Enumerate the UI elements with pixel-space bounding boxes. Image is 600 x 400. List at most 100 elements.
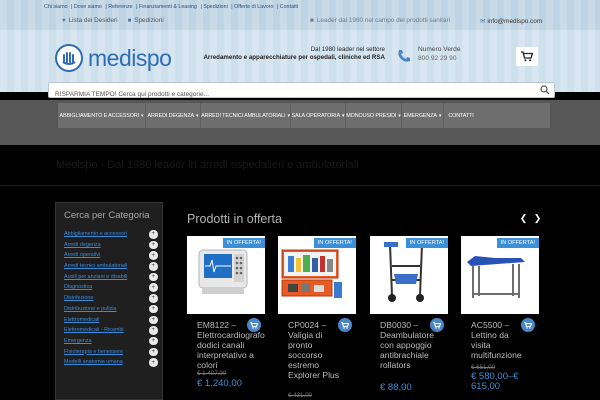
wishlist-link[interactable]: ♥ Lista dei Desideri (62, 17, 118, 24)
category-item[interactable]: Elettromedicali - Ricambi + (64, 325, 162, 336)
product-name[interactable]: CP0024 – Valigia di pronto soccorso estr… (288, 320, 346, 380)
plus-icon[interactable]: + (149, 358, 158, 367)
logo-text: medispo (88, 44, 172, 71)
plus-icon[interactable]: + (149, 294, 158, 303)
category-item[interactable]: Emergenza + (64, 336, 162, 347)
phone-icon (398, 50, 410, 62)
add-to-cart-button[interactable] (521, 318, 535, 332)
category-label: Elettromedicali - Ricambi (64, 327, 124, 334)
category-item[interactable]: Ausili per anziani e disabili + (64, 272, 162, 283)
nav-label: Sala operatoria (291, 112, 340, 119)
product-card[interactable]: IN OFFERTA! CP0024 – Valigia di pronto s… (278, 236, 356, 400)
category-item[interactable]: Abbigliamento e accessori + (64, 229, 162, 240)
sale-price: € 1.240,00 (197, 378, 242, 389)
search-icon[interactable] (540, 85, 550, 95)
category-sidebar: Cerca per Categoria Abbigliamento e acce… (55, 202, 163, 400)
shipping-label: Spedizioni (134, 17, 164, 24)
nav-label: Contatti (448, 112, 474, 119)
product-card[interactable]: IN OFFERTA! EM8122 – Elettrocardiografo … (187, 236, 265, 400)
banner-text: Medispo - Dal 1980 leader in arredi ospe… (56, 159, 359, 171)
category-item[interactable]: Modelli anatomia umana + (64, 357, 162, 368)
nav-item-arredi-degenza[interactable]: Arredi degenza ▾ (146, 103, 201, 128)
category-label: Elettromedicali (64, 316, 100, 323)
category-item[interactable]: Elettromedicali + (64, 315, 162, 326)
top-link[interactable]: Referenze (108, 4, 132, 10)
wishlist-label: Lista dei Desideri (68, 17, 118, 24)
rollator-image[interactable]: IN OFFERTA! (370, 236, 448, 306)
ecg-device-image[interactable]: IN OFFERTA! (187, 236, 265, 306)
plus-icon[interactable]: + (149, 315, 158, 324)
category-item[interactable]: Arredi tecnici ambulatoriali + (64, 261, 162, 272)
tagline: Dal 1980 leader nel settore Arredamento … (195, 46, 385, 62)
plus-icon[interactable]: + (149, 272, 158, 282)
cart-icon (433, 321, 441, 329)
product-name[interactable]: EM8122 – Elettrocardiografo dodici canal… (197, 320, 265, 370)
add-to-cart-button[interactable] (247, 318, 261, 332)
category-label: Fisioterapia e benessere (64, 348, 124, 355)
product-card[interactable]: IN OFFERTA! DB0030 – Deambulatore con ap… (370, 236, 448, 400)
heart-icon: ♥ (62, 18, 66, 24)
top-bar: Chi siamo | Dove siamo | Referenze | Fin… (0, 0, 600, 30)
nav-item-sala-operatoria[interactable]: Sala operatoria ▾ (291, 103, 346, 128)
top-link[interactable]: Offerte di Lavoro (234, 4, 273, 10)
nav-label: Monouso presidi (346, 112, 397, 119)
nav-item-emergenza[interactable]: Emergenza ▾ (402, 103, 444, 128)
nav-item-monouso[interactable]: Monouso presidi ▾ (346, 103, 402, 128)
email-link[interactable]: ✉ info@medispo.com (480, 17, 542, 25)
category-item[interactable]: Arredi degenza + (64, 240, 162, 251)
sale-badge: IN OFFERTA! (496, 238, 539, 248)
plus-icon[interactable]: + (149, 336, 158, 346)
plus-icon[interactable]: + (149, 240, 158, 250)
plus-icon[interactable]: + (149, 262, 158, 271)
product-card[interactable]: IN OFFERTA! AC5500 – Lettino da visita m… (461, 236, 539, 400)
category-label: Distribuzione e pulizia (64, 305, 117, 312)
check-icon: ■ (310, 17, 314, 24)
category-item[interactable]: Diagnostica + (64, 282, 162, 293)
top-link[interactable]: Dove siamo (74, 4, 102, 10)
category-label: Arredi degenza (64, 241, 101, 248)
plus-icon[interactable]: + (149, 230, 158, 239)
first-aid-case-image[interactable]: IN OFFERTA! (278, 236, 356, 306)
exam-table-image[interactable]: IN OFFERTA! (461, 236, 539, 306)
top-link[interactable]: Finanziamenti & Leasing (139, 4, 197, 10)
cart-button[interactable] (516, 47, 538, 66)
category-label: Disinfezione (64, 295, 94, 302)
category-label: Arredi operativi (64, 252, 101, 259)
nav-item-abbigliamento[interactable]: Abbigliamento e accessori ▾ (58, 103, 146, 128)
top-link[interactable]: Spedizioni (203, 4, 227, 10)
leader-label: Leader dal 1980 nel campo dei prodotti s… (316, 17, 451, 24)
plus-icon[interactable]: + (149, 326, 158, 335)
category-item[interactable]: Fisioterapia e benessere + (64, 347, 162, 358)
category-item[interactable]: Distribuzione e pulizia + (64, 304, 162, 315)
add-to-cart-button[interactable] (430, 318, 444, 332)
logo[interactable]: medispo (55, 42, 180, 74)
product-info: CP0024 – Valigia di pronto soccorso estr… (278, 314, 356, 400)
mail-icon: ✉ (480, 18, 486, 25)
plus-icon[interactable]: + (149, 304, 158, 314)
add-to-cart-button[interactable] (338, 318, 352, 332)
nav-item-contatti[interactable]: Contatti (444, 103, 478, 128)
chevron-down-icon: ▾ (287, 112, 290, 119)
category-label: Emergenza (64, 337, 92, 344)
sale-badge: IN OFFERTA! (222, 238, 265, 248)
category-item[interactable]: Arredi operativi + (64, 250, 162, 261)
nav-item-arredi-tecnici[interactable]: Arredi tecnici ambulatoriali ▾ (201, 103, 291, 128)
carousel-next-icon[interactable]: ❯ (533, 213, 542, 223)
plus-icon[interactable]: + (149, 347, 158, 357)
plus-icon[interactable]: + (149, 283, 158, 292)
category-item[interactable]: Disinfezione + (64, 293, 162, 304)
sale-badge: IN OFFERTA! (313, 238, 356, 248)
carousel-prev-icon[interactable]: ❮ (519, 213, 528, 223)
top-link[interactable]: Chi siamo (44, 4, 68, 10)
product-name[interactable]: DB0030 – Deambulatore con appoggio antib… (380, 320, 438, 370)
chevron-down-icon: ▾ (438, 112, 442, 119)
tagline-line-2: Arredamento e apparecchiature per ospeda… (203, 54, 385, 61)
top-links: Chi siamo | Dove siamo | Referenze | Fin… (44, 4, 299, 10)
plus-icon[interactable]: + (149, 251, 158, 260)
category-label: Arredi tecnici ambulatoriali (64, 263, 128, 270)
shipping-link[interactable]: ■ Spedizioni (128, 17, 164, 24)
chevron-down-icon: ▾ (196, 112, 199, 119)
top-link[interactable]: Contatti (280, 4, 298, 10)
email-label: info@medispo.com (487, 18, 543, 25)
phone-block[interactable]: Numero Verde 800 92 29 90 (418, 45, 461, 63)
